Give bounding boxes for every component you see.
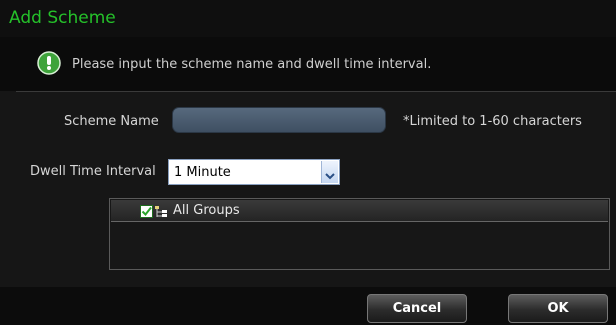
dialog-title: Add Scheme [9,8,116,28]
info-bar: Please input the scheme name and dwell t… [0,37,616,91]
dwell-interval-select[interactable]: 1 Minute [168,159,340,185]
group-tree-icon [154,204,168,218]
dwell-interval-value: 1 Minute [174,165,231,180]
info-message: Please input the scheme name and dwell t… [72,57,432,72]
divider [16,91,616,92]
add-scheme-dialog: Add Scheme Please input the scheme name … [0,0,616,325]
cancel-button[interactable]: Cancel [367,294,467,323]
dwell-interval-label: Dwell Time Interval [30,164,156,179]
group-tree: All Groups [109,198,610,270]
info-bubble-icon [36,51,62,77]
chevron-down-icon [325,166,335,185]
title-bar: Add Scheme [0,0,616,37]
scheme-name-hint: *Limited to 1-60 characters [403,114,582,129]
scheme-name-label: Scheme Name [64,114,159,129]
dropdown-button[interactable] [321,161,338,183]
ok-button[interactable]: OK [508,294,608,323]
group-checkbox[interactable] [140,205,153,218]
group-label: All Groups [173,203,240,218]
list-item[interactable]: All Groups [111,200,608,222]
scheme-name-input[interactable] [172,107,386,133]
